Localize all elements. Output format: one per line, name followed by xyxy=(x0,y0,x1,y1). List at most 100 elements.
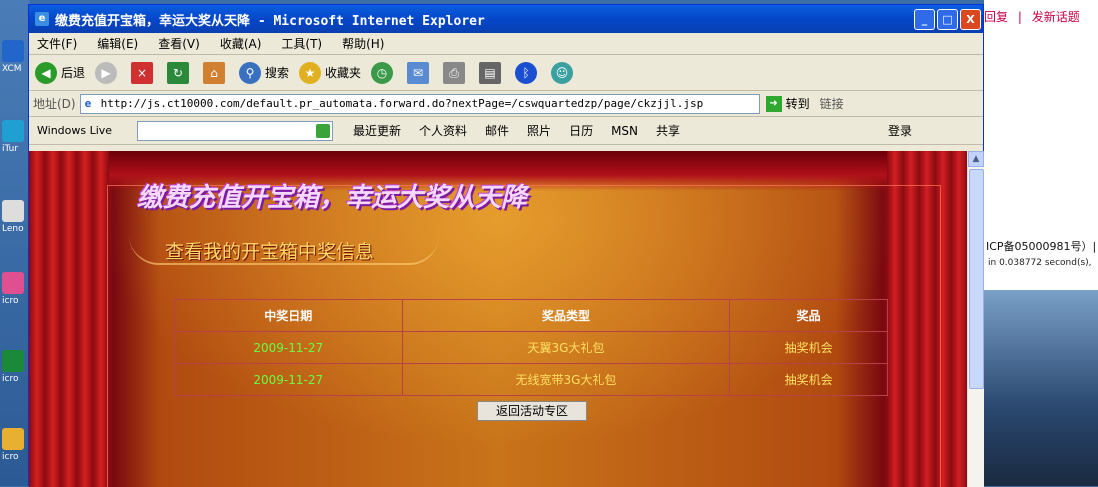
title-bar[interactable]: e 缴费充值开宝箱，幸运大奖从天降 - Microsoft Internet E… xyxy=(29,5,983,33)
address-label: 地址(D) xyxy=(33,97,76,111)
excel-icon xyxy=(2,350,24,372)
address-input[interactable]: http://js.ct10000.com/default.pr_automat… xyxy=(79,93,760,114)
col-date: 中奖日期 xyxy=(174,299,403,332)
forward-button[interactable]: ▶ xyxy=(95,61,121,84)
col-prize: 奖品 xyxy=(729,299,888,332)
back-to-event-button[interactable]: 返回活动专区 xyxy=(477,401,587,421)
minimize-button[interactable]: _ xyxy=(914,8,935,30)
menu-edit[interactable]: 编辑(E) xyxy=(97,35,138,52)
prize-table: 中奖日期 奖品类型 奖品 2009-11-27 天翼3G大礼包 抽奖机会 200… xyxy=(174,299,888,396)
print-icon: ⎙ xyxy=(443,61,466,84)
col-type: 奖品类型 xyxy=(401,299,731,332)
messenger-icon: ☺ xyxy=(551,61,574,84)
app-icon xyxy=(2,272,24,294)
close-button[interactable]: X xyxy=(960,8,981,30)
live-search-input[interactable] xyxy=(137,120,333,141)
menu-help[interactable]: 帮助(H) xyxy=(342,35,384,52)
app-icon xyxy=(2,40,24,62)
table-header-row: 中奖日期 奖品类型 奖品 xyxy=(174,299,888,332)
ie-icon: e xyxy=(35,12,49,26)
search-button[interactable]: ⚲ 搜索 xyxy=(239,61,289,84)
search-icon: ⚲ xyxy=(239,61,262,84)
print-button[interactable]: ⎙ xyxy=(443,61,469,84)
mail-button[interactable]: ✉ xyxy=(407,61,433,84)
new-topic-link[interactable]: 发新话题 xyxy=(1032,10,1080,24)
separator: | xyxy=(1017,10,1022,24)
edit-button[interactable]: ▤ xyxy=(479,61,505,84)
wl-calendar[interactable]: 日历 xyxy=(569,122,593,139)
page-subtitle: 查看我的开宝箱中奖信息 xyxy=(165,241,375,263)
menu-file[interactable]: 文件(F) xyxy=(37,35,77,52)
cell-prize: 抽奖机会 xyxy=(729,363,888,396)
scroll-up-icon[interactable]: ▲ xyxy=(968,151,984,167)
search-icon[interactable] xyxy=(316,123,330,138)
vertical-scrollbar[interactable]: ▲ xyxy=(967,151,984,487)
messenger-button[interactable]: ☺ xyxy=(551,61,577,84)
cell-date: 2009-11-27 xyxy=(174,363,403,396)
home-icon: ⌂ xyxy=(203,61,226,84)
mail-icon: ✉ xyxy=(407,61,430,84)
address-bar: 地址(D) http://js.ct10000.com/default.pr_a… xyxy=(29,91,983,117)
window-title: 缴费充值开宝箱，幸运大奖从天降 - Microsoft Internet Exp… xyxy=(55,13,485,29)
back-button[interactable]: ◀ 后退 xyxy=(35,61,85,84)
windows-live-bar: Windows Live 最近更新 个人资料 邮件 照片 日历 MSN 共享 登… xyxy=(29,117,983,145)
favorites-button[interactable]: ★ 收藏夹 xyxy=(299,61,361,84)
wl-msn[interactable]: MSN xyxy=(611,124,638,138)
menu-favorites[interactable]: 收藏(A) xyxy=(220,35,262,52)
banner-headline: 缴费充值开宝箱，幸运大奖从天降 xyxy=(137,183,528,213)
table-row: 2009-11-27 天翼3G大礼包 抽奖机会 xyxy=(174,331,888,364)
menu-view[interactable]: 查看(V) xyxy=(158,35,200,52)
refresh-icon: ↻ xyxy=(167,61,190,84)
menu-tools[interactable]: 工具(T) xyxy=(281,35,322,52)
bg-links: 回复 | 发新话题 xyxy=(984,8,1086,25)
desktop: XCM iTur Leno icro icro icro xyxy=(0,0,30,486)
stop-button[interactable]: × xyxy=(131,61,157,84)
go-arrow-icon: ➜ xyxy=(765,95,782,112)
links-button[interactable]: 链接 xyxy=(820,95,844,112)
bg-photo xyxy=(984,290,1098,486)
desktop-icon[interactable]: icro xyxy=(2,350,28,384)
icp-text: ICP备05000981号）| xyxy=(986,240,1097,253)
forward-arrow-icon: ▶ xyxy=(95,61,118,84)
star-icon: ★ xyxy=(299,61,322,84)
page-content: 缴费充值开宝箱，幸运大奖从天降 查看我的开宝箱中奖信息 中奖日期 奖品类型 奖品… xyxy=(29,151,967,487)
maximize-button[interactable]: □ xyxy=(937,8,958,30)
signin-link[interactable]: 登录 xyxy=(888,122,912,139)
wl-profile[interactable]: 个人资料 xyxy=(419,122,467,139)
menu-bar: 文件(F) 编辑(E) 查看(V) 收藏(A) 工具(T) 帮助(H) xyxy=(29,33,983,55)
stop-icon: × xyxy=(131,61,154,84)
history-button[interactable]: ◷ xyxy=(371,61,397,84)
cell-type: 天翼3G大礼包 xyxy=(401,331,731,364)
table-row: 2009-11-27 无线宽带3G大礼包 抽奖机会 xyxy=(174,363,888,396)
app-icon xyxy=(2,120,24,142)
back-arrow-icon: ◀ xyxy=(35,61,57,84)
desktop-icon[interactable]: iTur xyxy=(2,120,28,154)
windows-live-logo: Windows Live xyxy=(37,124,113,137)
toolbar: ◀ 后退 ▶ × ↻ ⌂ ⚲ 搜索 ★ 收藏夹 ◷ ✉ ⎙ ▤ ᛒ ☺ xyxy=(29,55,983,91)
desktop-icon[interactable]: Leno xyxy=(2,200,28,234)
cell-date: 2009-11-27 xyxy=(174,331,403,364)
wl-mail[interactable]: 邮件 xyxy=(485,122,509,139)
bluetooth-button[interactable]: ᛒ xyxy=(515,61,541,84)
home-button[interactable]: ⌂ xyxy=(203,61,229,84)
edit-icon: ▤ xyxy=(479,61,502,84)
wl-recent[interactable]: 最近更新 xyxy=(353,122,401,139)
cell-type: 无线宽带3G大礼包 xyxy=(401,363,731,396)
app-icon xyxy=(2,428,24,450)
desktop-icon[interactable]: XCM xyxy=(2,40,28,74)
wl-share[interactable]: 共享 xyxy=(656,122,680,139)
desktop-icon[interactable]: icro xyxy=(2,272,28,306)
refresh-button[interactable]: ↻ xyxy=(167,61,193,84)
curtain-left xyxy=(29,151,109,487)
cell-prize: 抽奖机会 xyxy=(729,331,888,364)
scroll-thumb[interactable] xyxy=(969,169,984,389)
timing-text: in 0.038772 second(s), xyxy=(988,258,1092,268)
ie-window: e 缴费充值开宝箱，幸运大奖从天降 - Microsoft Internet E… xyxy=(28,4,984,487)
wl-photos[interactable]: 照片 xyxy=(527,122,551,139)
history-icon: ◷ xyxy=(371,61,394,84)
background-window: 回复 | 发新话题 ICP备05000981号）| in 0.038772 se… xyxy=(984,0,1098,486)
bluetooth-icon: ᛒ xyxy=(515,61,538,84)
go-button[interactable]: ➜ 转到 xyxy=(765,95,810,112)
desktop-icon[interactable]: icro xyxy=(2,428,28,462)
reply-link[interactable]: 回复 xyxy=(984,10,1008,24)
